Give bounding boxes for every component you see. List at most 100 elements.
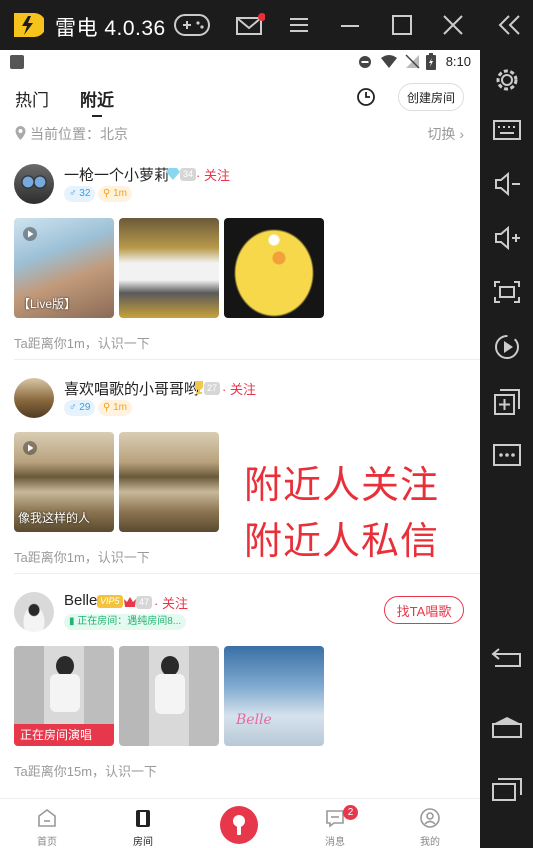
- user-name[interactable]: 一枪一个小萝莉: [64, 164, 169, 185]
- overlay-text-follow: 附近人关注: [244, 465, 440, 507]
- emulator-title: 雷电 4.0.36: [55, 17, 166, 40]
- nav-label: 首页: [37, 837, 57, 848]
- media-thumbnail[interactable]: [119, 432, 219, 532]
- switch-location-label: 切换: [427, 126, 456, 142]
- nav-home[interactable]: 首页: [17, 799, 77, 848]
- overlay-text-message: 附近人私信: [244, 521, 440, 563]
- add-window-icon[interactable]: [490, 385, 524, 419]
- gamepad-icon[interactable]: [172, 8, 212, 42]
- media-thumbnail[interactable]: [224, 218, 324, 318]
- user-card[interactable]: Belle VIP5 47 · 关注 ▮ 正在房间：遇纯房间8... 找TA唱歌…: [0, 574, 480, 790]
- bottom-nav: 首页 房间 消息 2 我的: [0, 798, 480, 848]
- find-singer-button[interactable]: 找TA唱歌: [384, 596, 464, 624]
- follow-button[interactable]: · 关注: [222, 379, 256, 398]
- recent-apps-icon[interactable]: [490, 772, 524, 806]
- emulator-logo: [10, 9, 46, 41]
- wifi-icon: [381, 55, 397, 68]
- follow-button[interactable]: · 关注: [196, 165, 230, 184]
- level-badge: 27: [204, 382, 221, 395]
- avatar[interactable]: [14, 378, 54, 418]
- room-status-text: 正在房间：遇纯房间8...: [77, 616, 182, 627]
- media-thumbnail[interactable]: 像我这样的人: [14, 432, 114, 532]
- collapse-icon[interactable]: [492, 8, 528, 42]
- thumbnail-caption: 像我这样的人: [18, 511, 91, 525]
- live-bars-icon: ▮: [69, 616, 75, 627]
- male-icon: ♂: [69, 188, 77, 199]
- tab-hot[interactable]: 热门: [15, 86, 49, 111]
- rotate-icon[interactable]: [490, 330, 524, 364]
- volume-up-icon[interactable]: [490, 221, 524, 255]
- minimize-icon[interactable]: [332, 8, 368, 42]
- chevron-right-icon: ›: [455, 126, 464, 142]
- dnd-icon: [359, 56, 371, 68]
- header-tabs: 热门 附近 创建房间: [0, 76, 480, 120]
- notification-icon: [10, 55, 24, 69]
- avatar[interactable]: [14, 164, 54, 204]
- thumbnail-caption: 【Live版】: [18, 297, 77, 311]
- switch-location-button[interactable]: 切换 ›: [427, 124, 464, 144]
- distance-chip: ⚲ 1m: [98, 186, 133, 202]
- history-clock-icon[interactable]: [355, 86, 377, 108]
- media-thumbnail[interactable]: [119, 218, 219, 318]
- current-location: 当前位置：北京: [30, 126, 128, 142]
- follow-button[interactable]: · 关注: [154, 593, 188, 612]
- status-bar: 8:10: [0, 50, 480, 74]
- media-thumbnail[interactable]: [119, 646, 219, 746]
- play-icon: [23, 227, 37, 241]
- age: 32: [79, 188, 91, 199]
- location-pin-icon: [15, 126, 26, 140]
- nav-label: 消息: [325, 837, 345, 848]
- pin-icon: ⚲: [103, 402, 111, 413]
- unread-badge: 2: [343, 805, 358, 820]
- male-icon: ♂: [69, 402, 77, 413]
- user-name[interactable]: Belle: [64, 592, 97, 609]
- keyboard-icon[interactable]: [490, 113, 524, 147]
- user-card[interactable]: 一枪一个小萝莉 34 · 关注 ♂ 32 ⚲ 1m 【Live版】 Ta距离你1…: [0, 146, 480, 360]
- status-time: 8:10: [445, 54, 471, 69]
- distance-hint: Ta距离你1m，认识一下: [14, 550, 150, 565]
- settings-icon[interactable]: [490, 63, 524, 97]
- media-thumbnail[interactable]: 正在房间演唱: [14, 646, 114, 746]
- nav-room[interactable]: 房间: [113, 799, 173, 848]
- level-badge: 34: [180, 168, 197, 181]
- tab-nearby[interactable]: 附近: [80, 86, 114, 111]
- nav-label: 我的: [420, 837, 440, 848]
- thumbnail-script-text: Belle: [236, 712, 272, 728]
- diamond-icon: [166, 168, 180, 180]
- nav-messages[interactable]: 消息: [305, 799, 365, 848]
- profile-nav-icon: [420, 808, 440, 828]
- emulator-sidebar: [480, 50, 533, 848]
- volume-down-icon[interactable]: [490, 167, 524, 201]
- close-icon[interactable]: [435, 8, 471, 42]
- in-room-status[interactable]: ▮ 正在房间：遇纯房间8...: [64, 614, 187, 630]
- mic-center-button[interactable]: [220, 806, 258, 844]
- crown-icon: [124, 597, 136, 607]
- distance-value: 1m: [113, 402, 128, 413]
- nav-label: 房间: [133, 837, 153, 848]
- app-screen: 8:10 热门 附近 创建房间 当前位置：北京 切换 › 一枪一个小萝莉 34 …: [0, 50, 480, 848]
- user-name[interactable]: 喜欢唱歌的小哥哥哟: [64, 378, 199, 399]
- gender-age-chip: ♂ 29: [64, 400, 96, 416]
- media-thumbnail[interactable]: 【Live版】: [14, 218, 114, 318]
- figure-body: [155, 674, 185, 714]
- figure-body: [50, 674, 80, 712]
- menu-icon[interactable]: [281, 8, 317, 42]
- home-icon[interactable]: [490, 710, 524, 744]
- room-nav-icon: [136, 810, 150, 827]
- maximize-icon[interactable]: [384, 8, 420, 42]
- back-icon[interactable]: [490, 640, 524, 674]
- nav-profile[interactable]: 我的: [400, 799, 460, 848]
- distance-hint: Ta距离你1m，认识一下: [14, 336, 150, 351]
- media-thumbnail[interactable]: Belle: [224, 646, 324, 746]
- battery-icon: [426, 53, 436, 70]
- avatar[interactable]: [14, 592, 54, 632]
- more-icon[interactable]: [490, 438, 524, 472]
- fullscreen-icon[interactable]: [490, 275, 524, 309]
- level-badge: 47: [136, 596, 153, 609]
- mail-icon[interactable]: [232, 8, 268, 42]
- location-bar: 当前位置：北京 切换 ›: [0, 120, 480, 146]
- home-nav-icon: [38, 809, 56, 827]
- emulator-titlebar: 雷电 4.0.36: [0, 0, 533, 50]
- figure-head: [161, 656, 179, 676]
- create-room-button[interactable]: 创建房间: [398, 83, 464, 111]
